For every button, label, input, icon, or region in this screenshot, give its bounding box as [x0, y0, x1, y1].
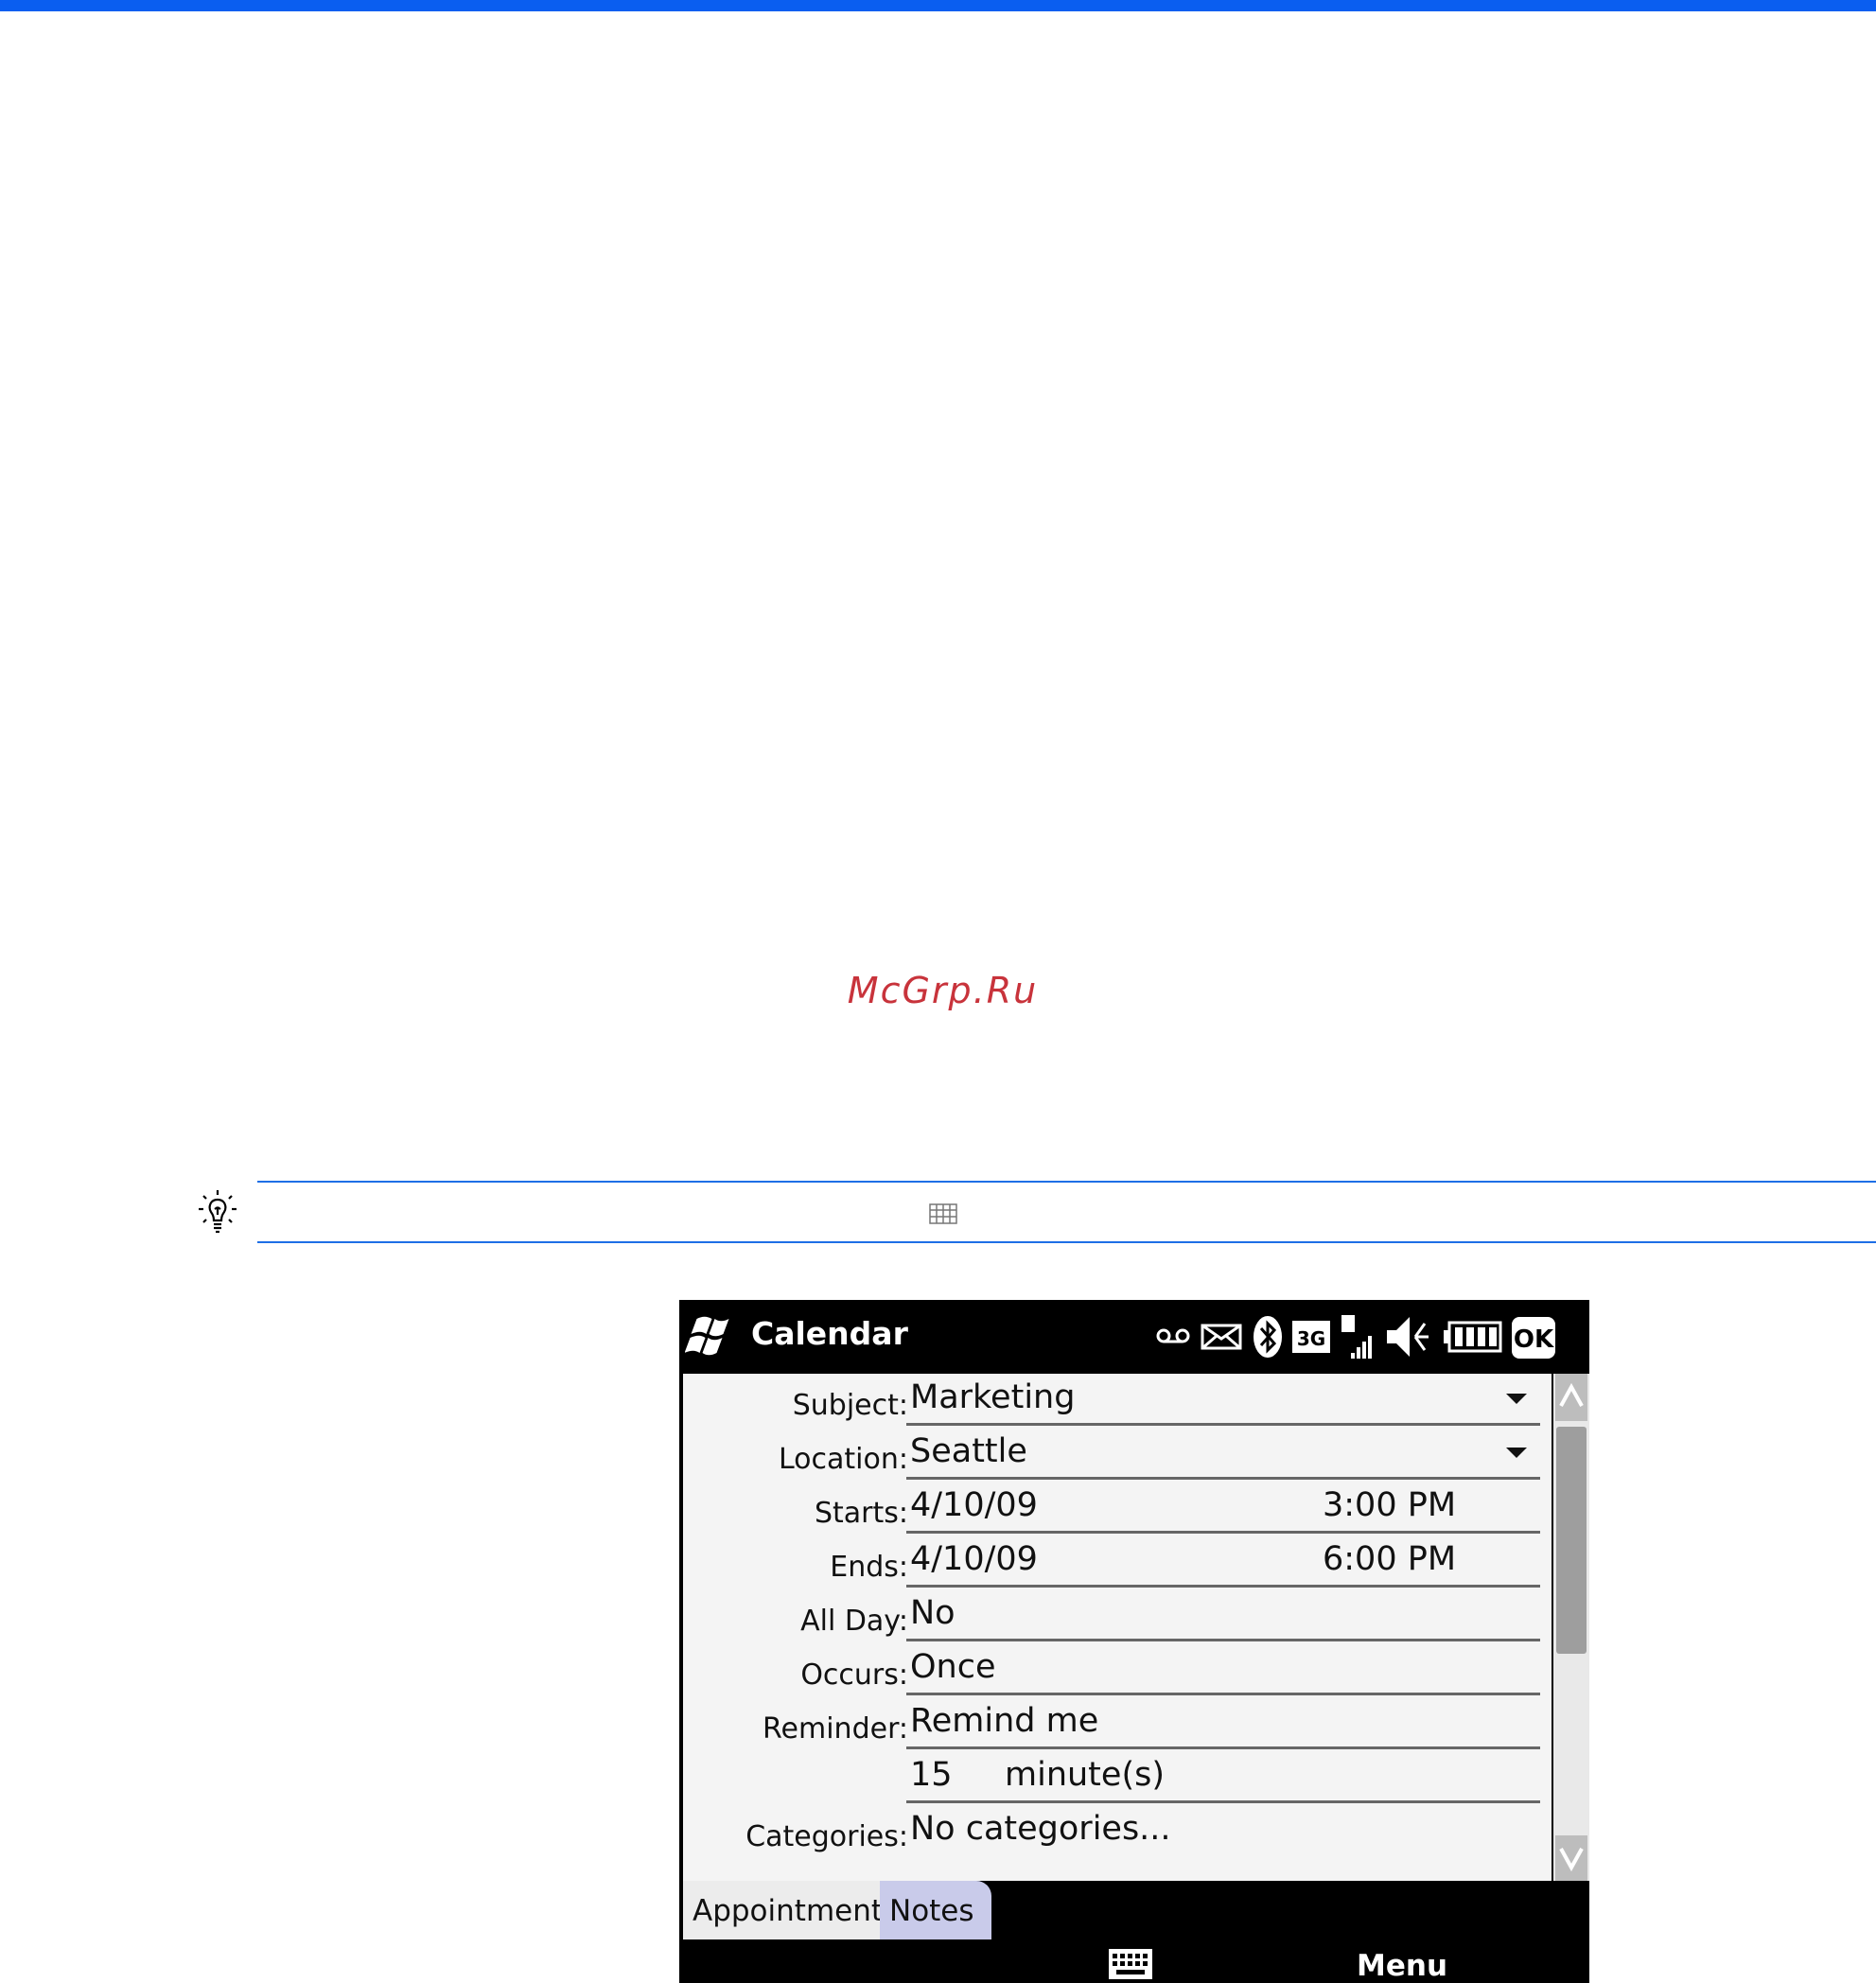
location-dropdown-icon[interactable] — [1506, 1448, 1527, 1458]
title-bar: Calendar 3G OK — [679, 1300, 1589, 1374]
reminder-amount[interactable]: 15 — [910, 1756, 953, 1794]
reminder-label: Reminder: — [763, 1712, 908, 1746]
subject-row: Subject: Marketing — [683, 1374, 1552, 1428]
starts-time[interactable]: 3:00 PM — [1323, 1486, 1456, 1524]
all-day-row: All Day: No — [683, 1589, 1552, 1643]
occurs-field[interactable]: Once — [906, 1648, 1540, 1695]
all-day-field[interactable]: No — [906, 1594, 1540, 1641]
categories-label: Categories: — [745, 1820, 908, 1853]
starts-row: Starts: 4/10/09 3:00 PM — [683, 1482, 1552, 1536]
location-value: Seattle — [910, 1432, 1027, 1470]
tab-bar: Appointment Notes — [679, 1881, 1589, 1941]
softkey-bar: Menu — [679, 1941, 1589, 1983]
starts-field[interactable]: 4/10/09 3:00 PM — [906, 1486, 1540, 1534]
reminder-amount-field[interactable]: 15 minute(s) — [906, 1756, 1540, 1803]
watermark: McGrp.Ru — [847, 970, 1039, 1011]
app-title: Calendar — [751, 1315, 908, 1352]
bluetooth-icon[interactable] — [1251, 1309, 1285, 1364]
tip-top-rule — [257, 1181, 1876, 1183]
ends-date[interactable]: 4/10/09 — [910, 1540, 1038, 1578]
top-blue-bar — [0, 0, 1876, 11]
ends-time[interactable]: 6:00 PM — [1323, 1540, 1456, 1578]
occurs-row: Occurs: Once — [683, 1643, 1552, 1697]
tab-notes[interactable]: Notes — [880, 1881, 991, 1939]
subject-field[interactable]: Marketing — [906, 1378, 1540, 1426]
status-icons: 3G OK — [1152, 1309, 1587, 1364]
tab-appointment[interactable]: Appointment — [683, 1881, 883, 1939]
ok-label: OK — [1514, 1325, 1554, 1354]
location-label: Location: — [779, 1443, 908, 1476]
signal-icon[interactable] — [1338, 1309, 1376, 1364]
voicemail-icon[interactable] — [1152, 1309, 1194, 1364]
ends-field[interactable]: 4/10/09 6:00 PM — [906, 1540, 1540, 1588]
keyboard-icon[interactable] — [1107, 1947, 1154, 1981]
all-day-label: All Day: — [800, 1605, 908, 1638]
scroll-thumb[interactable] — [1556, 1427, 1587, 1654]
scroll-down-icon[interactable] — [1555, 1835, 1587, 1883]
grid-view-icon — [929, 1203, 957, 1224]
envelope-icon[interactable] — [1200, 1309, 1243, 1364]
scrollbar[interactable] — [1553, 1374, 1589, 1883]
categories-row: Categories: No categories... — [683, 1805, 1552, 1859]
windows-start-icon[interactable] — [685, 1313, 734, 1360]
categories-value: No categories... — [910, 1810, 1171, 1848]
location-row: Location: Seattle — [683, 1428, 1552, 1482]
subject-value: Marketing — [910, 1378, 1076, 1416]
location-field[interactable]: Seattle — [906, 1432, 1540, 1480]
speaker-mute-icon[interactable] — [1383, 1309, 1436, 1364]
subject-dropdown-icon[interactable] — [1506, 1394, 1527, 1404]
ok-button[interactable]: OK — [1510, 1309, 1557, 1364]
starts-label: Starts: — [814, 1497, 908, 1530]
device-screenshot: Calendar 3G OK Subject: Marketing Locati… — [679, 1300, 1589, 1983]
reminder-value: Remind me — [910, 1702, 1099, 1740]
categories-field[interactable]: No categories... — [906, 1810, 1540, 1857]
ends-row: Ends: 4/10/09 6:00 PM — [683, 1536, 1552, 1589]
reminder-unit[interactable]: minute(s) — [1005, 1756, 1165, 1794]
all-day-value: No — [910, 1594, 956, 1632]
3g-icon[interactable]: 3G — [1290, 1309, 1332, 1364]
occurs-label: Occurs: — [800, 1658, 908, 1692]
battery-icon[interactable] — [1442, 1309, 1504, 1364]
reminder-amount-row: 15 minute(s) — [683, 1751, 1552, 1805]
lightbulb-icon — [199, 1190, 237, 1234]
tip-bottom-rule — [257, 1241, 1876, 1243]
scroll-up-icon[interactable] — [1555, 1374, 1587, 1421]
occurs-value: Once — [910, 1648, 996, 1686]
reminder-field[interactable]: Remind me — [906, 1702, 1540, 1749]
starts-date[interactable]: 4/10/09 — [910, 1486, 1038, 1524]
reminder-row: Reminder: Remind me — [683, 1697, 1552, 1751]
appointment-form: Subject: Marketing Location: Seattle Sta… — [683, 1374, 1552, 1881]
network-label: 3G — [1297, 1327, 1325, 1350]
subject-label: Subject: — [792, 1389, 908, 1422]
menu-softkey[interactable]: Menu — [1357, 1949, 1447, 1983]
ends-label: Ends: — [830, 1551, 908, 1584]
